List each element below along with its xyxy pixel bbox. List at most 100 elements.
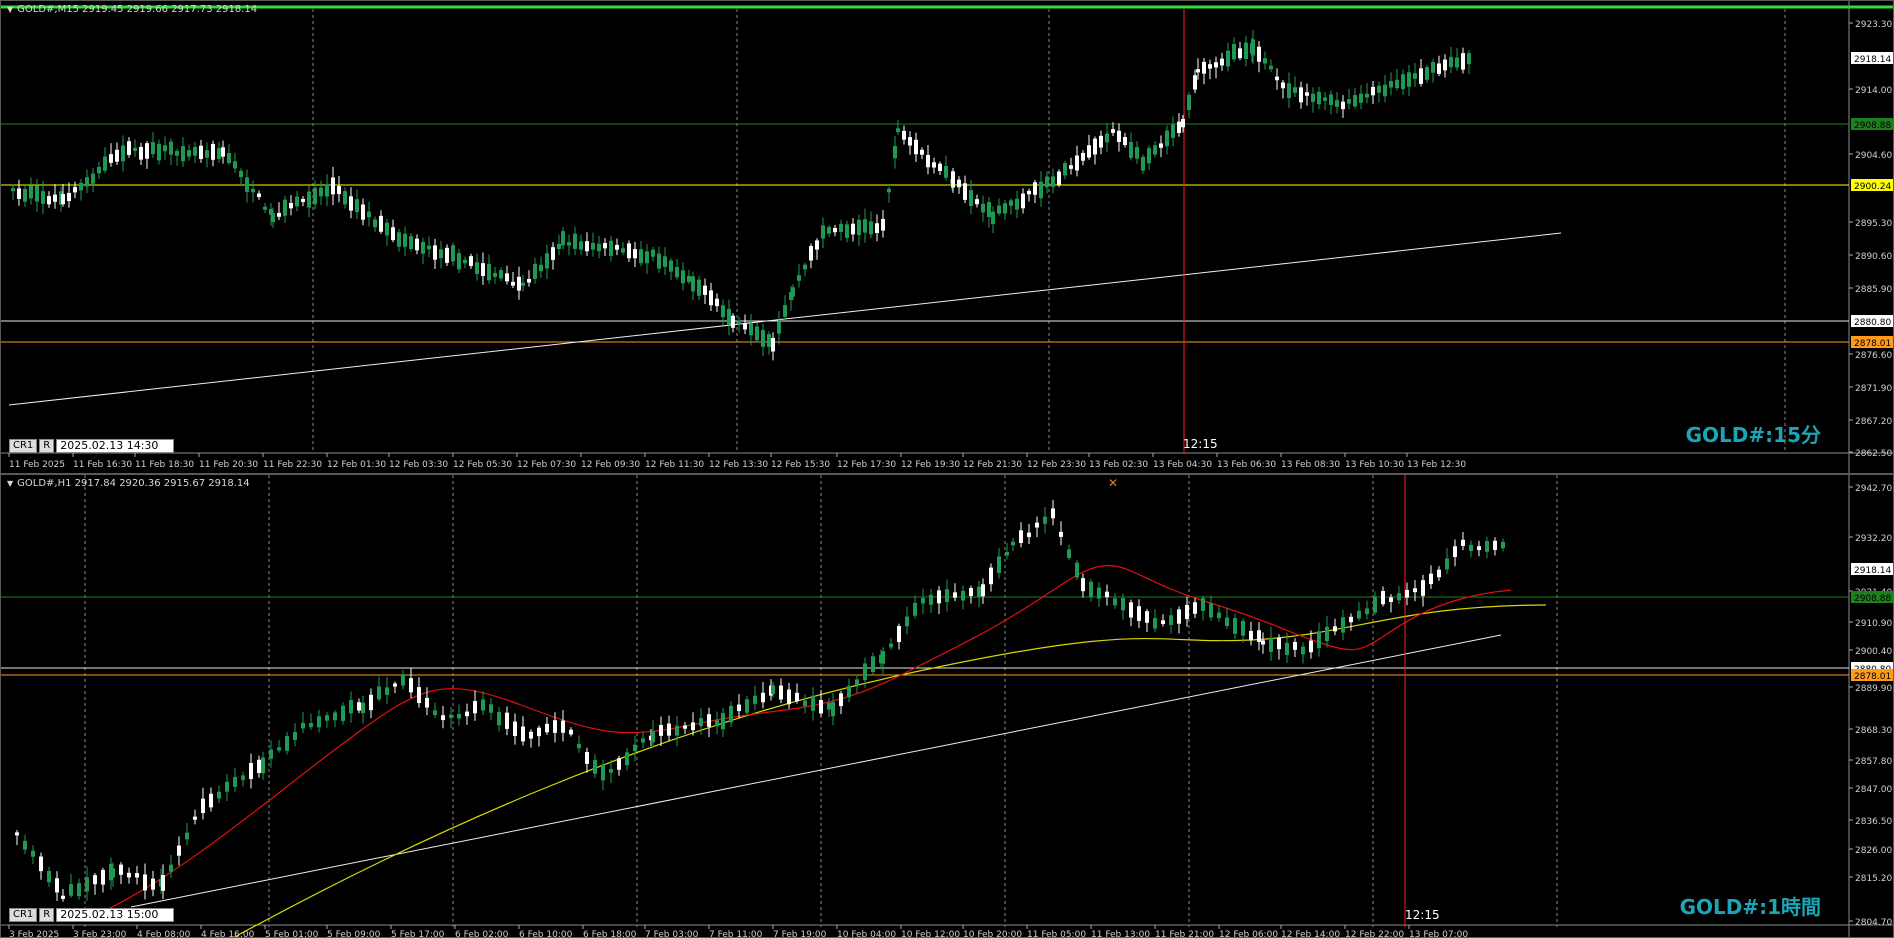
m15-candle-body (1443, 59, 1447, 71)
time-label: 11 Feb 2025 (9, 460, 65, 470)
m15-candle-body (761, 330, 765, 347)
h1-candle-body (1257, 630, 1261, 642)
m15-candle-body (1341, 101, 1345, 110)
h1-candle-body (1389, 597, 1393, 603)
time-label: 12 Feb 14:00 (1281, 930, 1340, 938)
crosshair-mode-r[interactable]: R (39, 908, 55, 922)
m15-candle-body (373, 219, 377, 228)
price-tag-green: 2908.88 (1854, 121, 1891, 131)
chart-canvas-h1[interactable]: 2942.702932.202921.402910.902900.402889.… (1, 475, 1894, 938)
m15-candle-body (896, 128, 900, 133)
h1-candle-body (937, 590, 941, 604)
m15-candle-body (1401, 74, 1405, 90)
h1-candle-body (633, 744, 637, 752)
h1-candle-body (839, 693, 843, 707)
m15-candle-body (205, 150, 209, 158)
price-label: 2862.50 (1855, 449, 1892, 459)
h1-candle-body (753, 695, 757, 704)
crosshair-mode-cr[interactable]: CR1 (9, 439, 38, 453)
m15-candle-body (963, 183, 967, 200)
h1-candle-body (1217, 612, 1221, 619)
m15-candle-body (487, 263, 491, 281)
m15-candle-body (35, 185, 39, 202)
price-label: 2900.40 (1855, 647, 1892, 657)
m15-candle-body (41, 191, 45, 204)
m15-candle-body (73, 187, 77, 193)
m15-candle-body (1419, 68, 1423, 84)
chart-window-m15[interactable]: ▼ GOLD#,M15 2919.45 2919.66 2917.73 2918.… (0, 0, 1894, 474)
m15-candle-body (1171, 124, 1175, 138)
crosshair-mode-cr[interactable]: CR1 (9, 908, 38, 922)
m15-candle-body (1431, 61, 1435, 73)
m15-candle-body (475, 262, 479, 275)
h1-candle-body (77, 883, 81, 897)
m15-candle-body (29, 185, 33, 199)
m15-candle-body (987, 202, 991, 217)
m15-candle-body (61, 194, 65, 205)
m15-candle-body (1365, 93, 1369, 98)
m15-candle-body (573, 233, 577, 249)
m15-candle-body (938, 163, 942, 172)
m15-candle-body (851, 223, 855, 235)
m15-candle-body (1263, 58, 1267, 64)
h1-candle-body (683, 725, 687, 729)
crosshair-mode-r[interactable]: R (39, 439, 55, 453)
m15-candle-body (539, 264, 543, 272)
h1-candle-body (449, 714, 453, 718)
h1-candle-body (729, 705, 733, 723)
trading-terminal: ▼ GOLD#,M15 2919.45 2919.66 2917.73 2918.… (0, 0, 1894, 938)
m15-candle-body (1141, 156, 1145, 171)
h1-candle-body (981, 584, 985, 597)
h1-candle-body (1249, 630, 1253, 641)
m15-candle-body (307, 191, 311, 208)
m15-candle-body (755, 326, 759, 341)
time-label: 7 Feb 03:00 (645, 930, 699, 938)
h1-candle-body (233, 776, 237, 787)
h1-candle-body (961, 590, 965, 601)
h1-candle-body (1333, 626, 1337, 632)
h1-candle-body (1193, 602, 1197, 614)
price-label: 2857.80 (1855, 757, 1892, 767)
m15-candle-body (181, 146, 185, 162)
h1-candle-body (1341, 617, 1345, 633)
m15-candle-body (47, 196, 51, 205)
time-label: 12 Feb 07:30 (517, 460, 576, 470)
price-tag-orange: 2878.01 (1854, 672, 1891, 682)
m15-candle-body (1425, 67, 1429, 80)
time-label: 13 Feb 12:30 (1407, 460, 1466, 470)
m15-candle-body (1311, 93, 1315, 102)
h1-candle-body (537, 727, 541, 737)
h1-candle-body (101, 869, 105, 885)
m15-candle-body (1063, 163, 1067, 176)
h1-candle-body (1437, 569, 1441, 578)
chart-window-h1[interactable]: ▼ GOLD#,H1 2917.84 2920.36 2915.67 2918.1… (0, 474, 1894, 938)
m15-candle-body (1193, 75, 1197, 90)
m15-candle-body (1039, 181, 1043, 199)
h1-candle-body (691, 722, 695, 731)
h1-candle-body (897, 626, 901, 643)
price-label: 2871.90 (1855, 384, 1892, 394)
m15-candle-body (115, 149, 119, 162)
collapse-triangle-icon[interactable]: ▼ (7, 479, 13, 488)
price-label: 2889.90 (1855, 684, 1892, 694)
m15-candle-body (803, 264, 807, 270)
h1-candle-body (401, 674, 405, 686)
m15-candle-body (997, 205, 1001, 214)
m15-candle-body (681, 270, 685, 284)
h1-candle-body (1081, 578, 1085, 592)
m15-candle-body (439, 249, 443, 259)
m15-candle-body (133, 147, 137, 151)
h1-candle-body (217, 791, 221, 799)
h1-candle-body (1089, 581, 1093, 597)
price-label: 2932.20 (1855, 534, 1892, 544)
m15-candle-body (857, 219, 861, 236)
h1-candle-body (863, 663, 867, 681)
collapse-triangle-icon[interactable]: ▼ (7, 5, 13, 14)
h1-candle-body (151, 878, 155, 890)
m15-candle-body (551, 247, 555, 260)
chart-canvas-m15[interactable]: 2923.30 2914.00 2904.60 2895.30 2890.60 2885.… (1, 1, 1894, 474)
h1-candle-body (1105, 591, 1109, 598)
m15-candle-body (53, 194, 57, 202)
m15-candle-body (1147, 148, 1151, 164)
close-position-icon[interactable]: ✕ (1108, 476, 1118, 490)
